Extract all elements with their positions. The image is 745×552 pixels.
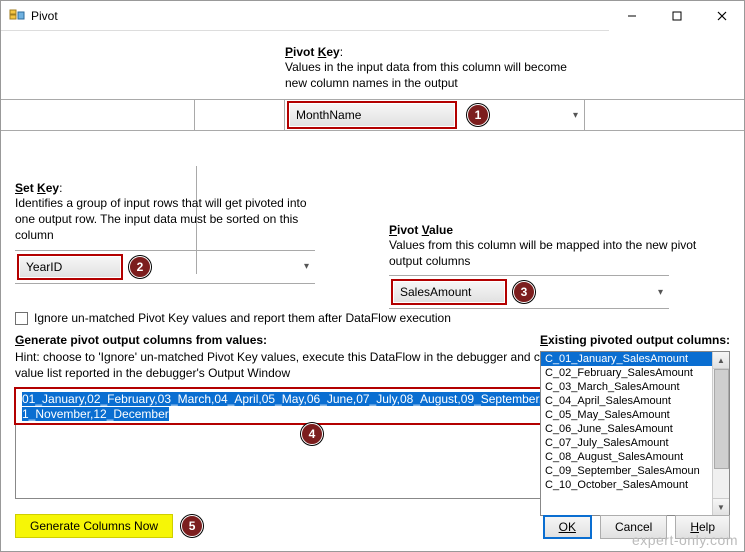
dialog-content: Pivot Key: Values in the input data from… [1, 31, 744, 551]
existing-columns-section: Existing pivoted output columns: C_01_Ja… [540, 333, 730, 516]
generate-columns-label: Generate Columns Now [30, 519, 158, 533]
pivot-value-section: Pivot Value Values from this column will… [389, 223, 729, 309]
pivot-key-value: MonthName [296, 108, 361, 122]
chevron-down-icon: ▾ [304, 261, 309, 272]
pivot-key-label: Pivot Key: [285, 45, 730, 59]
list-item[interactable]: C_03_March_SalesAmount [541, 380, 712, 394]
ignore-unmatched-row: Ignore un-matched Pivot Key values and r… [15, 311, 451, 325]
maximize-button[interactable] [654, 1, 699, 31]
window-buttons [609, 1, 744, 31]
pivot-key-section: Pivot Key: Values in the input data from… [285, 45, 730, 91]
generate-label: Generate pivot output columns from value… [15, 333, 625, 347]
chevron-down-icon: ▾ [658, 287, 663, 298]
cancel-label: Cancel [615, 520, 652, 534]
badge-1: 1 [467, 104, 489, 126]
generate-values-textarea[interactable]: 01_January,02_February,03_March,04_April… [15, 387, 623, 499]
list-item[interactable]: C_02_February_SalesAmount [541, 366, 712, 380]
list-item[interactable]: C_01_January_SalesAmount [541, 352, 712, 366]
close-button[interactable] [699, 1, 744, 31]
generate-columns-button[interactable]: Generate Columns Now [15, 514, 173, 538]
pivot-value-label: Pivot Value [389, 223, 729, 237]
pivot-key-desc: Values in the input data from this colum… [285, 59, 585, 91]
pivot-value-value: SalesAmount [400, 285, 471, 299]
set-key-section: Set Key: Identifies a group of input row… [15, 181, 335, 284]
ignore-unmatched-checkbox[interactable] [15, 312, 28, 325]
badge-4: 4 [301, 423, 323, 445]
window-title: Pivot [31, 9, 609, 23]
existing-columns-listbox[interactable]: C_01_January_SalesAmount C_02_February_S… [540, 351, 730, 516]
pivot-value-desc: Values from this column will be mapped i… [389, 237, 719, 269]
list-item[interactable]: C_08_August_SalesAmount [541, 450, 712, 464]
set-key-value: YearID [26, 260, 62, 274]
listbox-scrollbar[interactable]: ▲ ▼ [712, 352, 729, 515]
help-label: Help [690, 520, 715, 534]
set-key-combo[interactable]: YearID [20, 257, 120, 277]
minimize-button[interactable] [609, 1, 654, 31]
scroll-down-button[interactable]: ▼ [713, 498, 729, 515]
list-item[interactable]: C_06_June_SalesAmount [541, 422, 712, 436]
ok-label: OK [559, 520, 576, 534]
generate-values-text: 01_January,02_February,03_March,04_April… [22, 392, 614, 421]
generate-button-row: Generate Columns Now 5 [15, 514, 203, 538]
set-key-desc: Identifies a group of input rows that wi… [15, 195, 325, 244]
pivot-dialog: Pivot Pivot Key: Values in the input dat… [0, 0, 745, 552]
chevron-down-icon: ▾ [573, 110, 578, 121]
scroll-thumb[interactable] [714, 369, 729, 469]
pivot-key-row: MonthName 1 ▾ [1, 99, 744, 131]
list-item[interactable]: C_07_July_SalesAmount [541, 436, 712, 450]
set-key-label: Set Key: [15, 181, 335, 195]
list-item[interactable]: C_09_September_SalesAmoun [541, 464, 712, 478]
dialog-buttons: OK Cancel Help [543, 515, 730, 539]
cancel-button[interactable]: Cancel [600, 515, 667, 539]
pivot-key-combo[interactable]: MonthName [290, 104, 454, 126]
app-icon [9, 8, 25, 24]
pivot-value-combo[interactable]: SalesAmount [394, 282, 504, 302]
badge-2: 2 [129, 256, 151, 278]
existing-columns-items: C_01_January_SalesAmount C_02_February_S… [541, 352, 712, 515]
generate-section: Generate pivot output columns from value… [15, 333, 625, 499]
list-item[interactable]: C_05_May_SalesAmount [541, 408, 712, 422]
existing-columns-label: Existing pivoted output columns: [540, 333, 730, 347]
ignore-unmatched-label: Ignore un-matched Pivot Key values and r… [34, 311, 451, 325]
scroll-up-button[interactable]: ▲ [713, 352, 729, 369]
list-item[interactable]: C_10_October_SalesAmount [541, 478, 712, 492]
help-button[interactable]: Help [675, 515, 730, 539]
badge-3: 3 [513, 281, 535, 303]
generate-hint: Hint: choose to 'Ignore' un-matched Pivo… [15, 349, 605, 381]
titlebar: Pivot [1, 1, 744, 31]
list-item[interactable]: C_04_April_SalesAmount [541, 394, 712, 408]
ok-button[interactable]: OK [543, 515, 592, 539]
badge-5: 5 [181, 515, 203, 537]
